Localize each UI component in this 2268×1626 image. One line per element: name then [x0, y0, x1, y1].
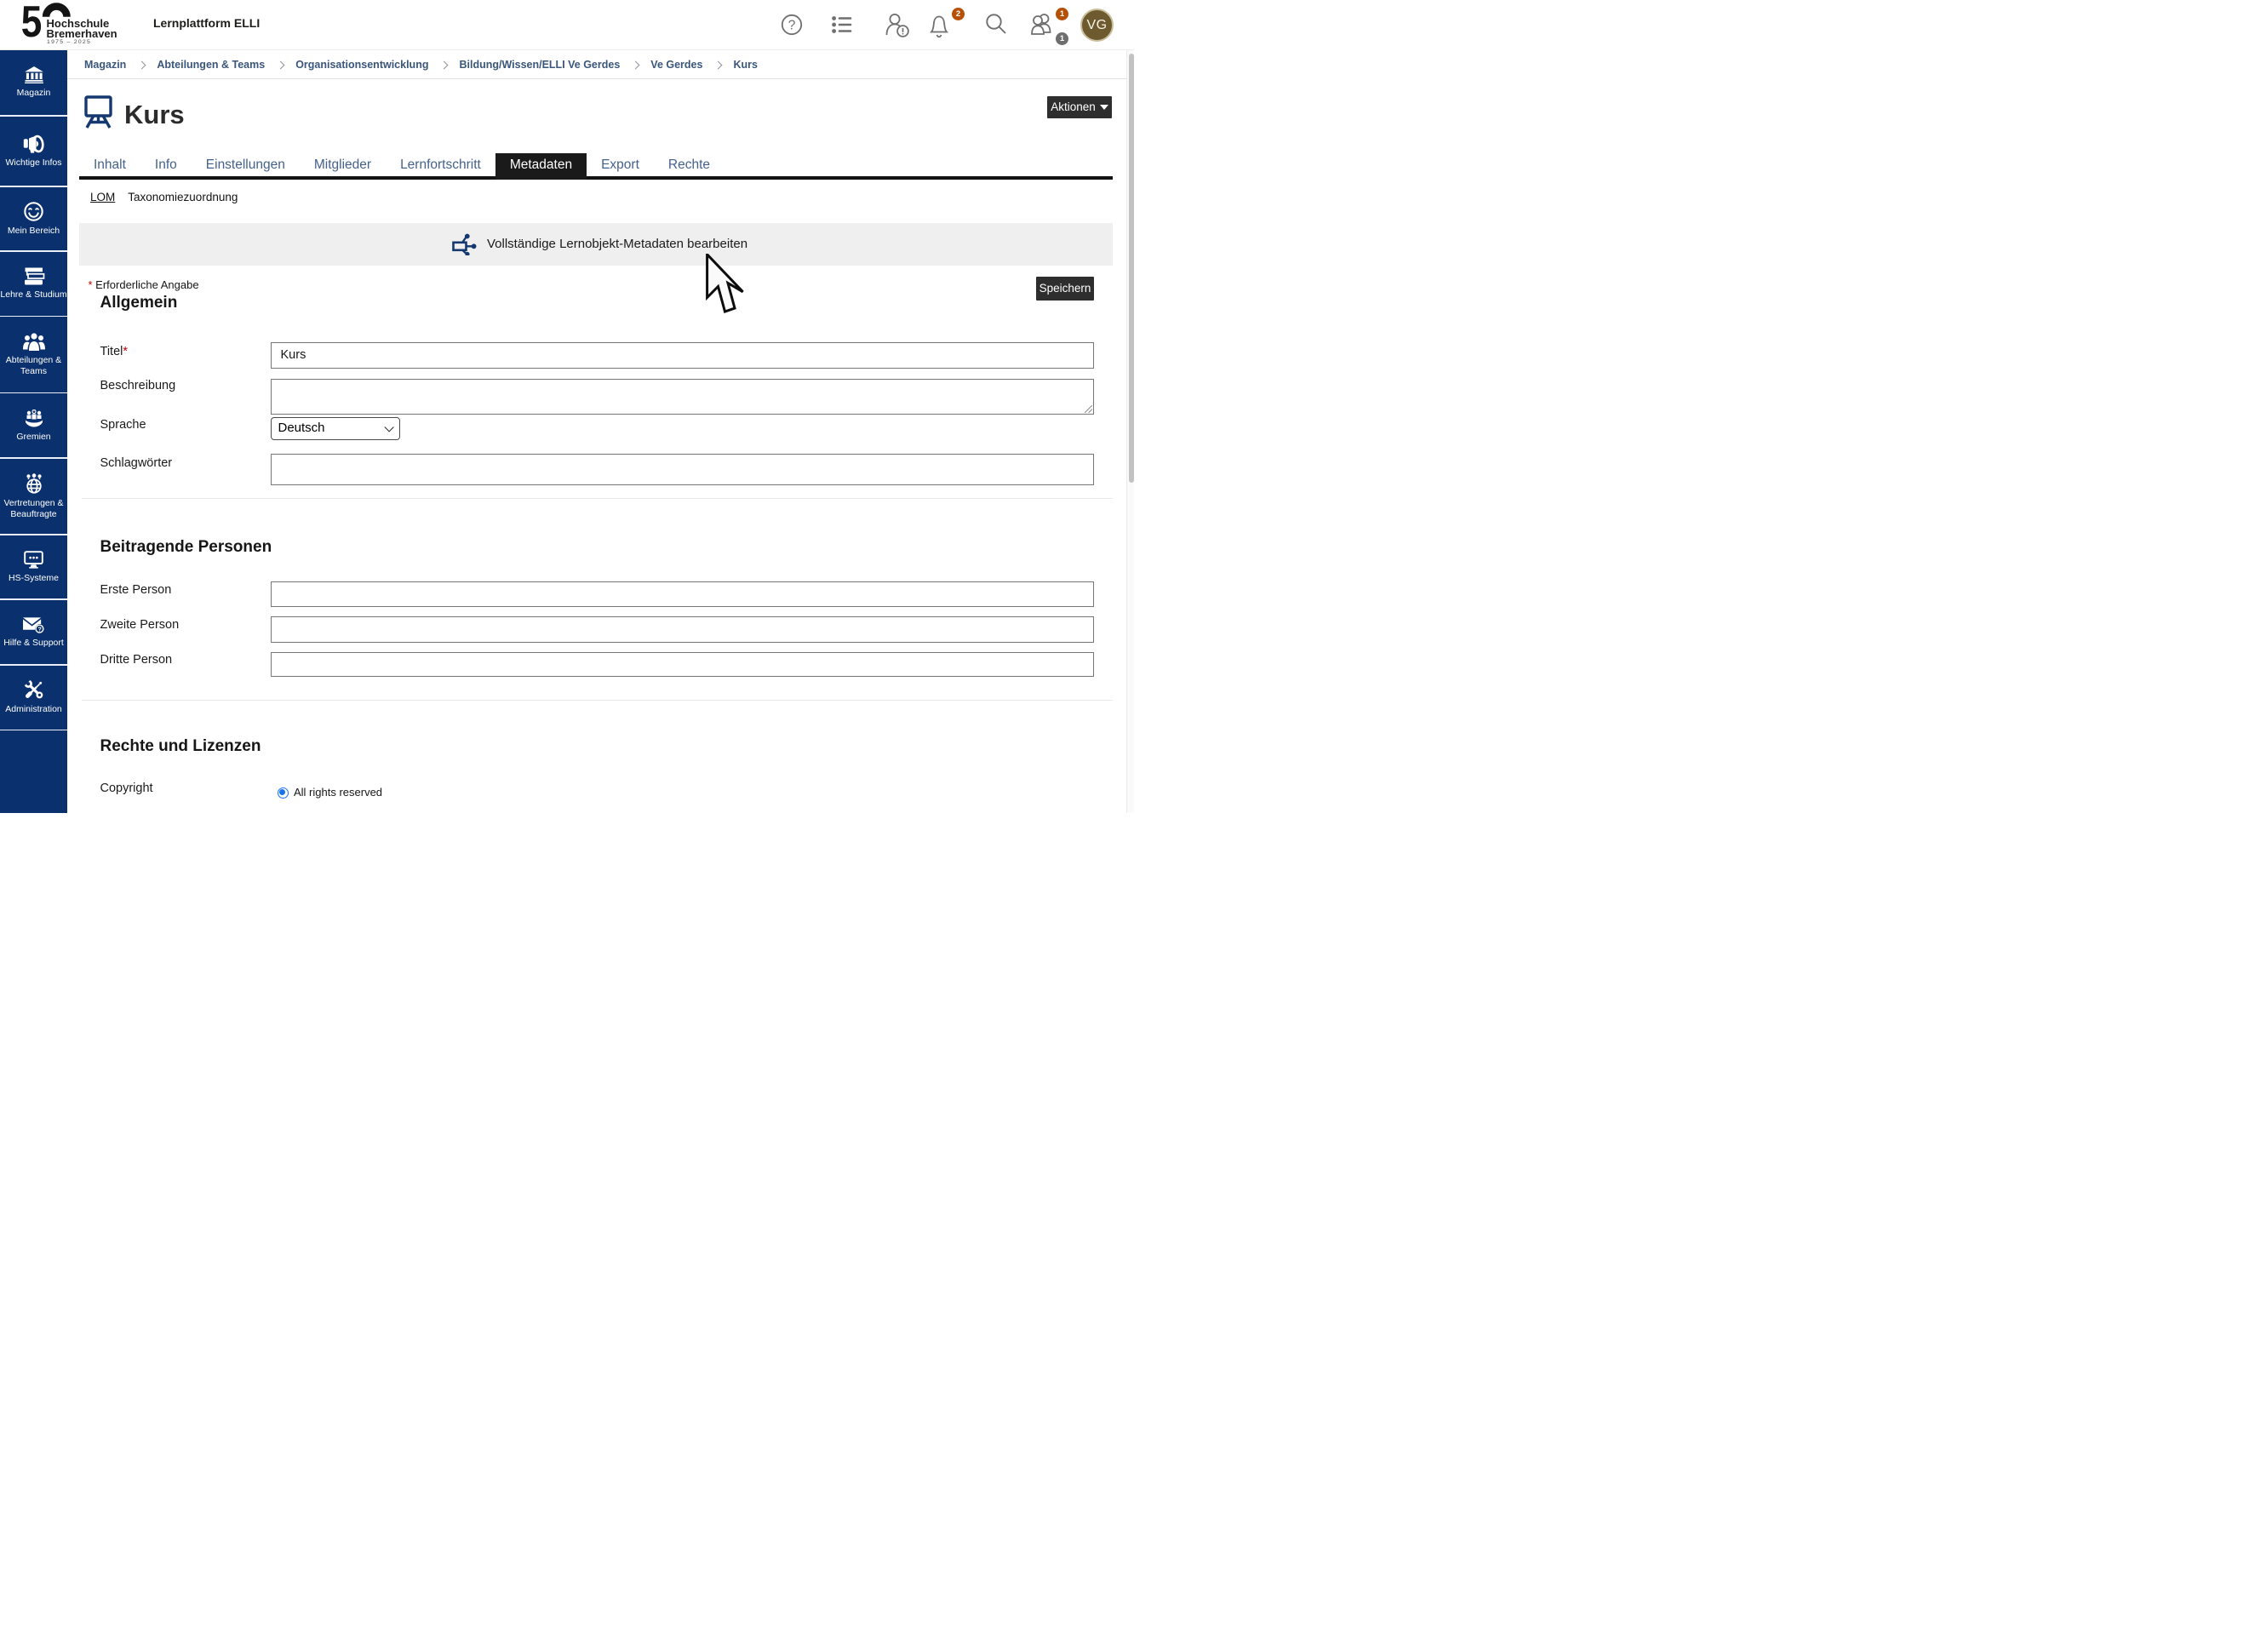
svg-text:Bremerhaven: Bremerhaven [47, 27, 117, 40]
svg-text:5: 5 [21, 0, 43, 44]
svg-text:?: ? [38, 625, 42, 633]
svg-text:?: ? [788, 19, 796, 33]
svg-text:1975 – 2025: 1975 – 2025 [47, 39, 91, 44]
